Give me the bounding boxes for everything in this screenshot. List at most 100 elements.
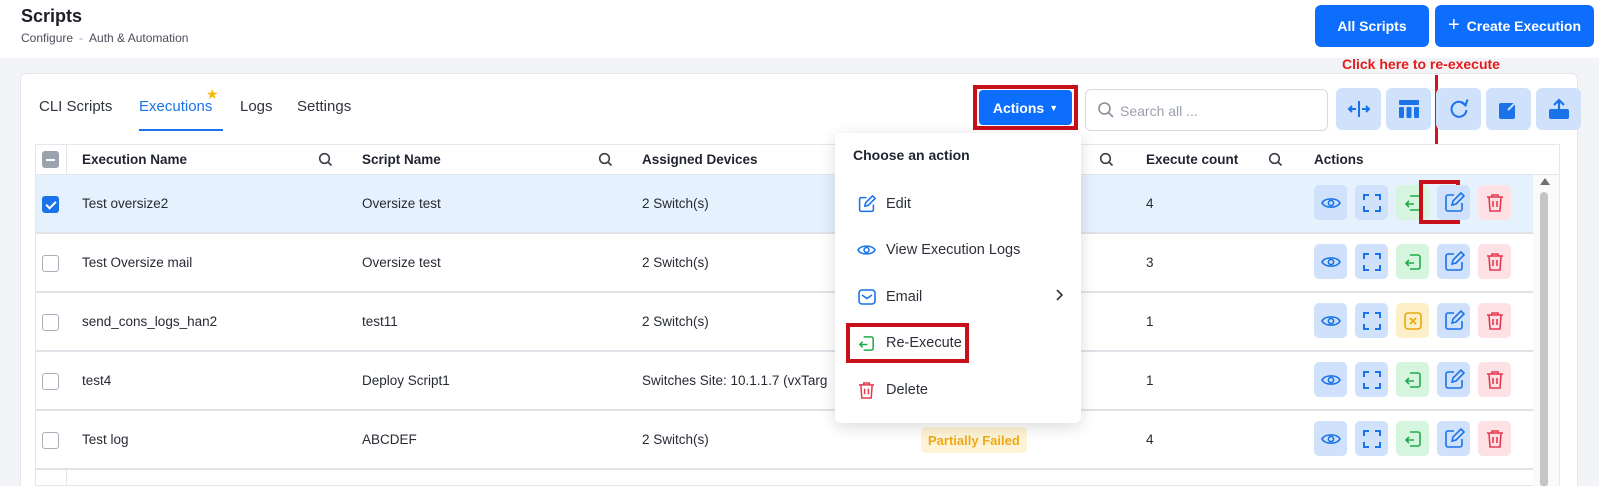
search-icon[interactable]: [598, 152, 613, 167]
delete-button[interactable]: [1478, 303, 1511, 338]
cancel-execution-button[interactable]: [1396, 303, 1429, 338]
tab-cli-scripts[interactable]: CLI Scripts: [39, 98, 112, 115]
table-row[interactable]: send_cons_logs_han2 test11 2 Switch(s) 1: [36, 293, 1536, 352]
table-row[interactable]: Test log ABCDEF 2 Switch(s) Partially Fa…: [36, 411, 1536, 470]
upload-button[interactable]: [1536, 88, 1581, 130]
menu-item-delete[interactable]: Delete: [857, 377, 1067, 403]
row-checkbox[interactable]: [42, 432, 59, 449]
menu-item-re-execute[interactable]: Re-Execute: [857, 330, 1067, 356]
eye-icon: [1320, 374, 1341, 385]
col-script-name[interactable]: Script Name: [362, 152, 441, 167]
breadcrumb-item-auth-automation[interactable]: Auth & Automation: [89, 31, 188, 45]
execute-count: 4: [1146, 196, 1154, 211]
tab-executions[interactable]: Executions: [139, 98, 212, 115]
page-title: Scripts: [21, 6, 83, 26]
expand-icon: [1498, 99, 1519, 119]
table-scrollbar[interactable]: [1533, 175, 1559, 486]
search-icon[interactable]: [318, 152, 333, 167]
refresh-button[interactable]: [1436, 88, 1481, 130]
assigned-devices: 2 Switch(s): [642, 432, 709, 447]
breadcrumb-item-configure[interactable]: Configure: [21, 31, 73, 45]
create-execution-button[interactable]: + Create Execution: [1435, 5, 1594, 47]
star-icon: ★: [206, 86, 219, 102]
col-actions: Actions: [1314, 152, 1364, 167]
table-row[interactable]: test4 Deploy Script1 Switches Site: 10.1…: [36, 352, 1536, 411]
edit-button[interactable]: [1437, 185, 1470, 220]
menu-item-label: Delete: [886, 382, 928, 398]
tab-settings[interactable]: Settings: [297, 98, 351, 115]
column-layout-button[interactable]: [1386, 88, 1431, 130]
menu-item-label: Email: [886, 289, 923, 305]
actions-button[interactable]: Actions ▼: [979, 90, 1072, 125]
menu-item-view-execution-logs[interactable]: View Execution Logs: [857, 237, 1067, 263]
fullscreen-button[interactable]: [1355, 421, 1388, 456]
all-scripts-button[interactable]: All Scripts: [1315, 5, 1429, 47]
search-input[interactable]: [1120, 100, 1320, 122]
expand-button[interactable]: [1486, 88, 1531, 130]
search-icon[interactable]: [1268, 152, 1283, 167]
view-button[interactable]: [1314, 303, 1347, 338]
fullscreen-icon: [1362, 370, 1381, 389]
scroll-thumb[interactable]: [1540, 192, 1548, 486]
assigned-devices: Switches Site: 10.1.1.7 (vxTarg: [642, 373, 828, 388]
script-name: Oversize test: [362, 255, 441, 270]
row-checkbox[interactable]: [42, 255, 59, 272]
select-all-checkbox[interactable]: [42, 151, 59, 168]
delete-button[interactable]: [1478, 185, 1511, 220]
delete-button[interactable]: [1478, 244, 1511, 279]
row-checkbox[interactable]: [42, 314, 59, 331]
fullscreen-button[interactable]: [1355, 303, 1388, 338]
execute-count: 4: [1146, 432, 1154, 447]
view-button[interactable]: [1314, 185, 1347, 220]
execute-count: 3: [1146, 255, 1154, 270]
col-execution-name[interactable]: Execution Name: [82, 152, 187, 167]
fullscreen-icon: [1362, 311, 1381, 330]
annotation-text: Click here to re-execute: [1342, 56, 1500, 72]
delete-button[interactable]: [1478, 421, 1511, 456]
fullscreen-button[interactable]: [1355, 362, 1388, 397]
menu-item-label: Re-Execute: [886, 335, 962, 351]
view-button[interactable]: [1314, 244, 1347, 279]
edit-button[interactable]: [1437, 303, 1470, 338]
row-checkbox[interactable]: [42, 373, 59, 390]
edit-icon: [1444, 368, 1465, 389]
re-execute-button[interactable]: [1396, 421, 1429, 456]
col-execute-count[interactable]: Execute count: [1146, 152, 1238, 167]
eye-icon: [1320, 433, 1341, 444]
edit-button[interactable]: [1437, 244, 1470, 279]
eye-icon: [1320, 256, 1341, 267]
edit-button[interactable]: [1437, 362, 1470, 397]
eye-icon: [1320, 197, 1341, 208]
fullscreen-button[interactable]: [1355, 244, 1388, 279]
re-execute-button[interactable]: [1396, 362, 1429, 397]
view-button[interactable]: [1314, 362, 1347, 397]
re-execute-icon: [1404, 371, 1421, 388]
fullscreen-icon: [1362, 252, 1381, 271]
row-checkbox[interactable]: [42, 196, 59, 213]
menu-item-edit[interactable]: Edit: [857, 191, 1067, 217]
execute-count: 1: [1146, 373, 1154, 388]
trash-icon: [1486, 429, 1503, 448]
re-execute-icon: [1404, 430, 1421, 447]
delete-button[interactable]: [1478, 362, 1511, 397]
view-button[interactable]: [1314, 421, 1347, 456]
fullscreen-button[interactable]: [1355, 185, 1388, 220]
executions-table: Execution Name Script Name Assigned Devi…: [35, 144, 1560, 486]
actions-label: Actions: [992, 99, 1045, 116]
search-box[interactable]: [1085, 89, 1328, 131]
upload-icon: [1548, 98, 1569, 119]
breadcrumb-separator: -: [79, 31, 84, 45]
scroll-up-arrow-icon[interactable]: [1540, 178, 1550, 185]
re-execute-icon: [1404, 253, 1421, 270]
split-columns-button[interactable]: [1336, 88, 1381, 130]
table-header: Execution Name Script Name Assigned Devi…: [36, 145, 1559, 175]
table-row[interactable]: Test oversize2 Oversize test 2 Switch(s)…: [36, 175, 1536, 234]
edit-button[interactable]: [1437, 421, 1470, 456]
col-assigned-devices[interactable]: Assigned Devices: [642, 152, 758, 167]
menu-item-email[interactable]: Email: [857, 284, 1067, 310]
table-row[interactable]: Test Oversize mail Oversize test 2 Switc…: [36, 234, 1536, 293]
search-icon[interactable]: [1099, 152, 1114, 167]
re-execute-button[interactable]: [1396, 244, 1429, 279]
tab-logs[interactable]: Logs: [240, 98, 273, 115]
edit-icon: [857, 194, 876, 214]
